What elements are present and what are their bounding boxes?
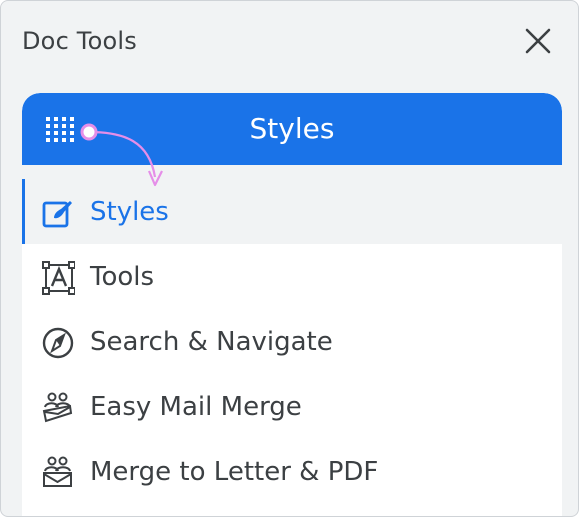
menu-item-label: Styles (90, 197, 169, 227)
menu-header-title: Styles (249, 112, 335, 145)
close-icon (525, 28, 551, 54)
menu-item-tools[interactable]: Tools (22, 244, 562, 309)
menu-item-styles[interactable]: Styles (22, 179, 562, 244)
header-gap (22, 165, 562, 179)
text-frame-icon (42, 261, 75, 295)
close-button[interactable] (519, 25, 559, 59)
doc-tools-panel: Doc Tools Styles Styles Tools Search & N… (0, 0, 579, 517)
menu-header: Styles (22, 93, 562, 165)
panel-title: Doc Tools (22, 27, 137, 55)
people-letter-icon (43, 456, 72, 487)
menu-card: Styles Styles Tools Search & Navigate Ea… (22, 93, 562, 516)
menu-item-label: Easy Mail Merge (90, 392, 302, 422)
menu-item-merge-letter-pdf[interactable]: Merge to Letter & PDF (22, 439, 562, 504)
menu-item-label: Search & Navigate (90, 327, 333, 357)
edit-square-icon (42, 201, 72, 228)
menu-item-label: Merge to Letter & PDF (90, 457, 379, 487)
compass-icon (42, 327, 74, 359)
menu-list: Styles Tools Search & Navigate Easy Mail… (22, 179, 562, 504)
menu-item-label: Tools (90, 262, 155, 292)
people-mail-icon (42, 392, 73, 423)
menu-item-easy-mail-merge[interactable]: Easy Mail Merge (22, 374, 562, 439)
menu-item-search-navigate[interactable]: Search & Navigate (22, 309, 562, 374)
